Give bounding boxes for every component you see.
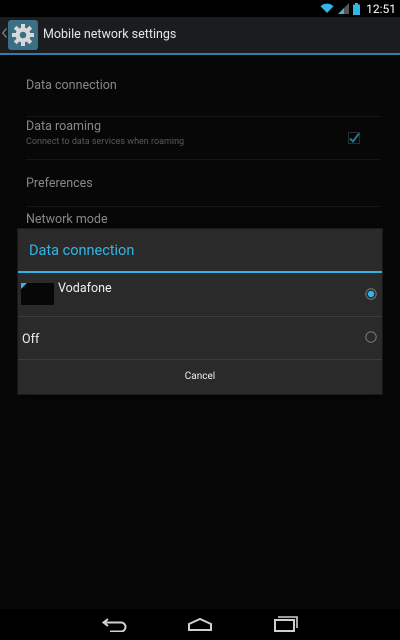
dialog-title: Data connection: [18, 229, 382, 273]
status-icons: 12:51: [320, 1, 396, 16]
data-connection-dialog: Data connection Vodafone Off Cancel: [18, 229, 382, 394]
radio-unselected-icon[interactable]: [365, 331, 377, 343]
cancel-button[interactable]: Cancel: [18, 359, 382, 394]
recents-icon[interactable]: [274, 616, 298, 632]
battery-icon: [353, 2, 361, 15]
up-caret-icon[interactable]: [2, 28, 7, 38]
radio-selected-icon[interactable]: [365, 288, 377, 300]
option-off[interactable]: Off: [18, 317, 382, 360]
wifi-icon: [320, 3, 334, 13]
status-bar: 12:51: [0, 0, 400, 17]
clock: 12:51: [366, 1, 396, 16]
back-icon[interactable]: [102, 616, 128, 632]
signal-icon: [338, 3, 350, 14]
sim-icon: [21, 283, 54, 305]
home-icon[interactable]: [186, 618, 214, 631]
option-vodafone[interactable]: Vodafone: [18, 273, 382, 317]
action-bar: Mobile network settings: [0, 17, 400, 55]
option-label: Off: [22, 332, 40, 347]
option-label: Vodafone: [58, 281, 112, 296]
settings-gear-icon[interactable]: [8, 20, 38, 50]
sim-color-marker: [21, 283, 27, 289]
navigation-bar: [0, 609, 400, 640]
page-title: Mobile network settings: [43, 27, 177, 42]
dialog-title-text: Data connection: [29, 242, 135, 259]
